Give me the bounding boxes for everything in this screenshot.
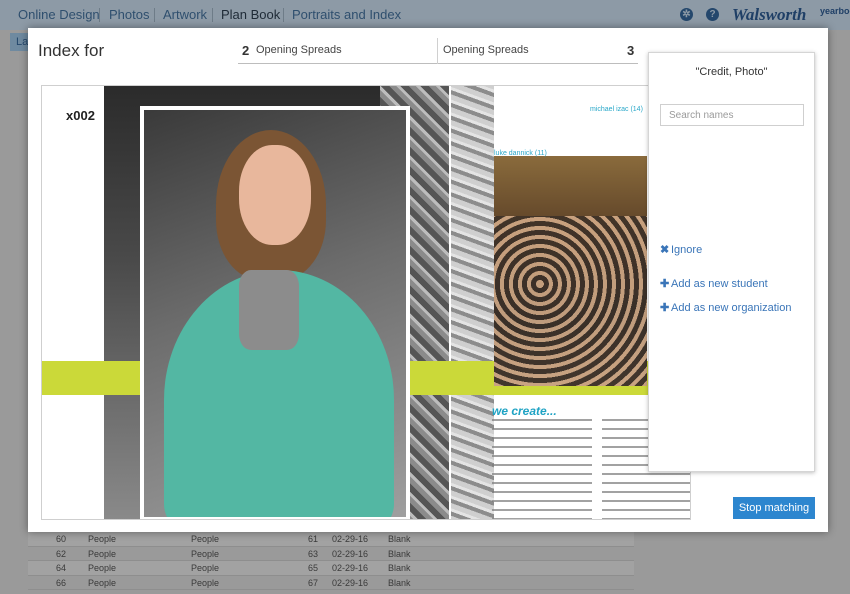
name-matching-panel: "Credit, Photo" ✖Ignore ✚Add as new stud… <box>648 52 815 472</box>
nav-photos[interactable]: Photos <box>109 7 149 22</box>
add-organization-label: Add as new organization <box>671 302 792 314</box>
table-row: 60 People People 61 02-29-16 Blank <box>28 532 634 547</box>
row-number: 64 <box>56 563 67 573</box>
row-date: 02-29-16 <box>332 534 369 544</box>
brand-logo-suffix: yearbook <box>820 6 850 16</box>
row-date: 02-29-16 <box>332 577 369 588</box>
right-page-gray-column <box>451 86 494 519</box>
brand-logo: Walsworth <box>732 5 807 24</box>
plus-icon: ✚ <box>660 278 670 290</box>
body-text-column <box>492 419 592 519</box>
row-status: Blank <box>388 577 411 588</box>
nav-separator <box>154 8 155 22</box>
row-type: People <box>88 534 117 544</box>
row-type: People <box>88 563 117 573</box>
index-modal: Index for 2 Opening Spreads Opening Spre… <box>28 28 828 532</box>
photographer-credit-tag[interactable]: michael izac (14) <box>590 106 643 113</box>
row-page: 67 <box>308 577 319 588</box>
nav-separator <box>283 8 284 22</box>
row-number: 60 <box>56 534 67 544</box>
ignore-label: Ignore <box>671 244 703 256</box>
table-row: 66 People People 67 02-29-16 Blank <box>28 575 634 590</box>
stop-matching-button[interactable]: Stop matching <box>733 497 815 519</box>
add-organization-button[interactable]: ✚ Add as new organization <box>660 301 791 314</box>
spread-preview[interactable]: x002 michael izac (14) luke dannick (11)… <box>41 85 691 520</box>
nav-separator <box>212 8 213 22</box>
spread-navigation: 2 Opening Spreads Opening Spreads 3 <box>238 38 638 64</box>
spread-right-label[interactable]: Opening Spreads <box>443 44 529 56</box>
crowd-event-photo[interactable] <box>494 156 647 386</box>
row-number: 66 <box>56 577 67 588</box>
close-icon: ✖ <box>660 244 670 256</box>
row-type: People <box>191 577 220 588</box>
row-type: People <box>191 563 220 573</box>
row-page: 63 <box>308 548 319 559</box>
row-type: People <box>88 577 117 588</box>
row-type: People <box>88 548 117 559</box>
row-date: 02-29-16 <box>332 563 369 573</box>
photo-subject-top <box>239 270 299 350</box>
modal-title: Index for <box>38 41 105 60</box>
nav-plan-book[interactable]: Plan Book <box>221 7 280 22</box>
nav-online-design[interactable]: Online Design <box>18 7 100 22</box>
search-names-input[interactable] <box>660 104 804 126</box>
page-number-label: x002 <box>66 108 95 123</box>
row-type: People <box>191 534 220 544</box>
row-status: Blank <box>388 534 411 544</box>
main-portrait-photo[interactable] <box>140 106 410 519</box>
nav-separator <box>99 8 100 22</box>
plus-icon: ✚ <box>660 302 670 314</box>
row-date: 02-29-16 <box>332 548 369 559</box>
spread-divider <box>437 38 438 64</box>
nav-artwork[interactable]: Artwork <box>163 7 207 22</box>
caption-title: we create... <box>492 404 557 418</box>
row-status: Blank <box>388 548 411 559</box>
spread-right-page-number: 3 <box>627 43 635 58</box>
row-page: 65 <box>308 563 319 573</box>
nav-portraits-and-index[interactable]: Portraits and Index <box>292 7 401 22</box>
gear-icon[interactable]: ✲ <box>680 8 693 21</box>
photo-subject-face <box>239 145 311 245</box>
photo-credit-tag[interactable]: luke dannick (11) <box>494 150 547 157</box>
row-status: Blank <box>388 563 411 573</box>
help-icon[interactable]: ? <box>706 8 719 21</box>
background-tab-label: La <box>16 36 29 48</box>
row-type: People <box>191 548 220 559</box>
row-page: 61 <box>308 534 319 544</box>
row-number: 62 <box>56 548 67 559</box>
spread-left-page-number: 2 <box>242 43 250 58</box>
top-navigation: Online Design Photos Artwork Plan Book P… <box>0 0 850 30</box>
panel-heading: "Credit, Photo" <box>695 66 768 78</box>
table-row: 64 People People 65 02-29-16 Blank <box>28 561 634 576</box>
add-student-button[interactable]: ✚ Add as new student <box>660 277 768 290</box>
background-page-table: 60 People People 61 02-29-16 Blank 62 Pe… <box>28 532 634 590</box>
table-row: 62 People People 63 02-29-16 Blank <box>28 546 634 561</box>
crowd-texture <box>494 216 647 386</box>
add-student-label: Add as new student <box>671 278 768 290</box>
spread-left-label[interactable]: Opening Spreads <box>256 44 342 56</box>
ignore-button[interactable]: ✖ Ignore <box>660 243 702 256</box>
